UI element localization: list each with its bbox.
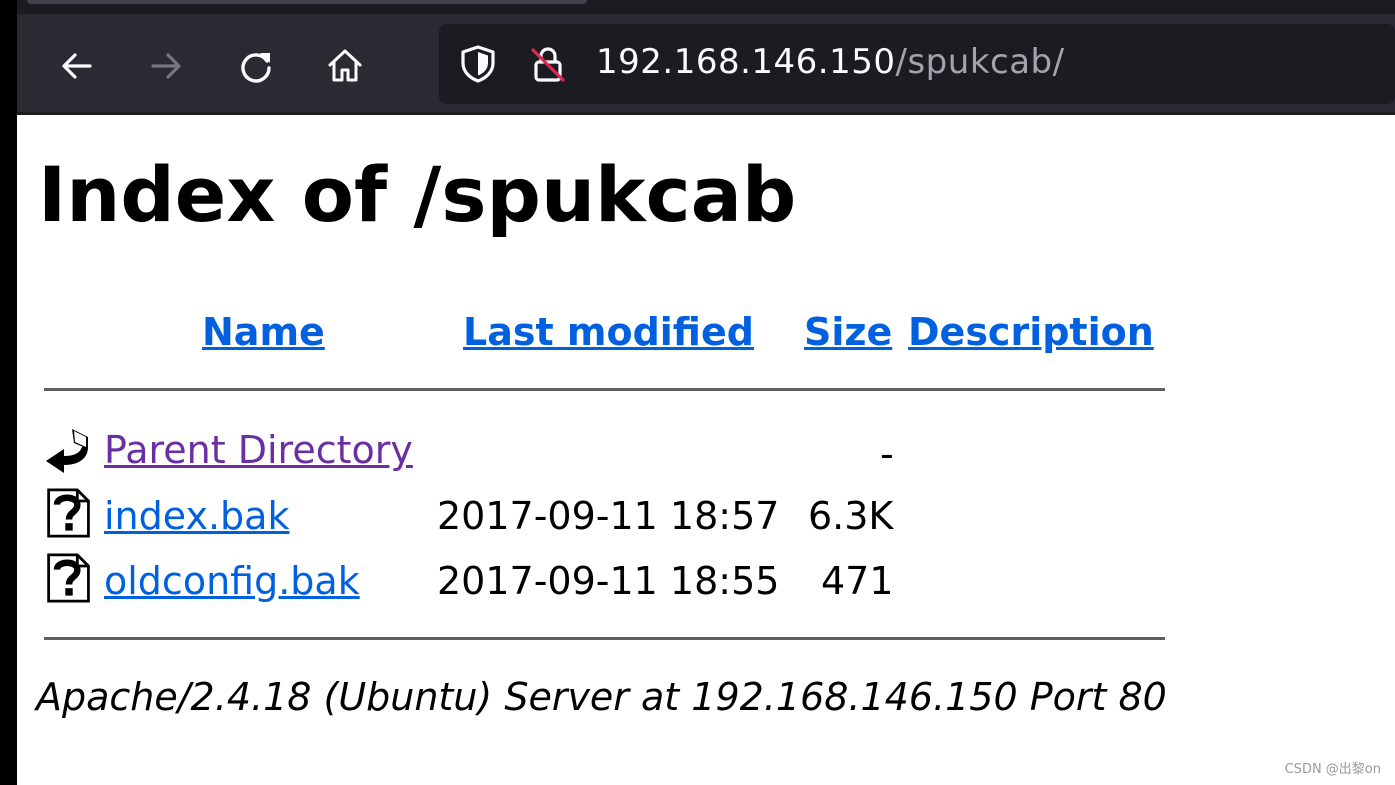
modified-oldconfig-bak: 2017-09-11 18:55 — [437, 559, 780, 603]
back-arrow-icon — [62, 53, 92, 79]
url-text[interactable]: 192.168.146.150/spukcab/ — [596, 42, 1065, 82]
modified-index-bak: 2017-09-11 18:57 — [437, 494, 780, 538]
header-divider — [44, 388, 1165, 391]
url-path: /spukcab/ — [895, 42, 1065, 82]
column-header-description[interactable]: Description — [908, 310, 1154, 354]
parent-size: - — [880, 432, 894, 476]
unknown-file-icon — [47, 488, 90, 538]
size-oldconfig-bak: 471 — [821, 559, 894, 603]
window-left-edge — [0, 0, 17, 785]
insecure-lock-icon[interactable] — [528, 44, 568, 84]
unknown-file-icon — [47, 553, 90, 603]
back-icon — [46, 429, 88, 473]
browser-toolbar: 192.168.146.150/spukcab/ — [17, 0, 1395, 115]
forward-button[interactable] — [138, 38, 194, 94]
column-header-name[interactable]: Name — [202, 310, 325, 354]
url-host: 192.168.146.150 — [596, 42, 896, 82]
reload-button[interactable] — [228, 38, 284, 94]
url-bar[interactable]: 192.168.146.150/spukcab/ — [439, 24, 1395, 104]
reload-icon — [241, 53, 271, 83]
forward-arrow-icon — [151, 53, 181, 79]
file-link-oldconfig-bak[interactable]: oldconfig.bak — [104, 559, 360, 603]
size-index-bak: 6.3K — [808, 494, 894, 538]
back-button[interactable] — [49, 38, 105, 94]
shield-icon[interactable] — [458, 44, 498, 84]
file-link-index-bak[interactable]: index.bak — [104, 494, 289, 538]
column-header-last-modified[interactable]: Last modified — [463, 310, 754, 354]
tab-strip — [17, 0, 1395, 14]
active-tab[interactable] — [27, 0, 587, 4]
watermark: CSDN @出黎on — [1284, 762, 1381, 777]
home-button[interactable] — [317, 38, 373, 94]
server-signature: Apache/2.4.18 (Ubuntu) Server at 192.168… — [36, 675, 1167, 719]
column-header-size[interactable]: Size — [804, 310, 892, 354]
page-title: Index of /spukcab — [38, 150, 797, 239]
home-icon — [328, 49, 362, 82]
footer-divider — [44, 637, 1165, 640]
parent-directory-link[interactable]: Parent Directory — [104, 428, 413, 472]
